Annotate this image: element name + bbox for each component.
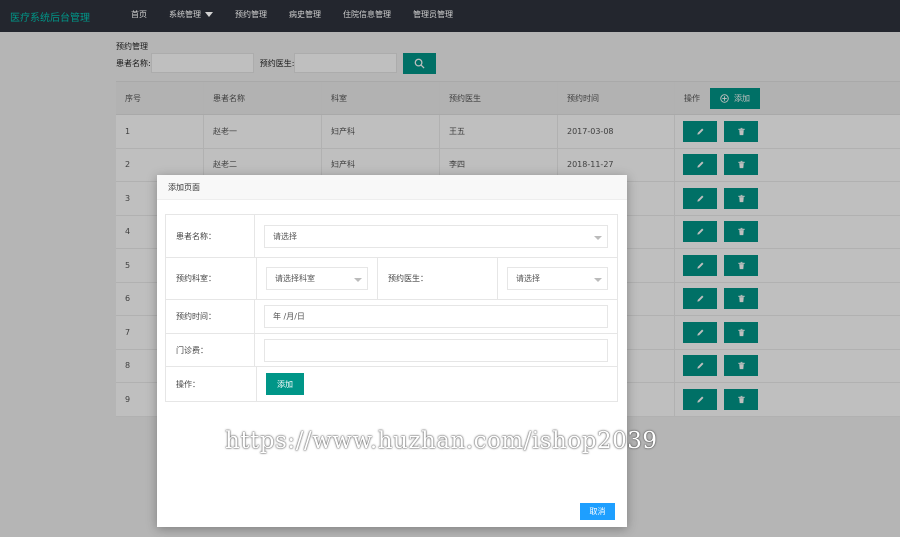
form-row-ops: 操作： 添加: [166, 367, 617, 401]
form-row-fee: 门诊费：: [166, 334, 617, 367]
form-row-patient: 患者名称： 请选择: [166, 215, 617, 258]
fee-input[interactable]: [264, 338, 608, 362]
add-form: 患者名称： 请选择 预约科室： 请选择科室 预约医生： 请选择 预约时间： 年 …: [165, 214, 618, 402]
dept-select[interactable]: 请选择科室: [266, 267, 368, 290]
doctor-label: 预约医生：: [378, 258, 498, 299]
dept-label: 预约科室：: [166, 258, 257, 299]
dialog-title: 添加页面: [157, 175, 627, 200]
doctor-select[interactable]: 请选择: [507, 267, 608, 290]
top-navbar: 医疗系统后台管理 首页 系统管理 预约管理 病史管理 住院信息管理 管理员管理: [0, 0, 900, 32]
nav-history[interactable]: 病史管理: [278, 0, 332, 32]
app-brand[interactable]: 医疗系统后台管理: [10, 9, 90, 24]
caret-down-icon: [205, 12, 213, 17]
cancel-button[interactable]: 取消: [580, 503, 615, 520]
form-row-time: 预约时间： 年 /月/日: [166, 300, 617, 334]
chevron-down-icon: [594, 278, 602, 282]
patient-select[interactable]: 请选择: [264, 224, 608, 248]
form-row-dept-doctor: 预约科室： 请选择科室 预约医生： 请选择: [166, 258, 617, 300]
chevron-down-icon: [594, 235, 602, 240]
nav-system[interactable]: 系统管理: [158, 0, 224, 32]
patient-label: 患者名称：: [166, 215, 255, 257]
nav-appointment[interactable]: 预约管理: [224, 0, 278, 32]
watermark-text: https://www.huzhan.com/ishop2039: [225, 428, 658, 454]
date-input[interactable]: 年 /月/日: [264, 305, 608, 328]
date-input-value: 年 /月/日: [273, 312, 305, 321]
time-label: 预约时间：: [166, 300, 255, 333]
nav-inpatient[interactable]: 住院信息管理: [332, 0, 402, 32]
chevron-down-icon: [354, 278, 362, 282]
nav-home[interactable]: 首页: [120, 0, 158, 32]
main-nav: 首页 系统管理 预约管理 病史管理 住院信息管理 管理员管理: [120, 0, 464, 32]
submit-add-button[interactable]: 添加: [266, 373, 304, 395]
patient-select-value: 请选择: [273, 231, 297, 241]
ops-label: 操作：: [166, 367, 257, 401]
add-dialog: 添加页面 患者名称： 请选择 预约科室： 请选择科室 预约医生： 请选择 预约时…: [157, 175, 627, 527]
fee-label: 门诊费：: [166, 334, 255, 366]
doctor-select-value: 请选择: [516, 274, 540, 283]
nav-system-label: 系统管理: [169, 10, 201, 19]
dept-select-value: 请选择科室: [275, 274, 315, 283]
nav-admin[interactable]: 管理员管理: [402, 0, 464, 32]
